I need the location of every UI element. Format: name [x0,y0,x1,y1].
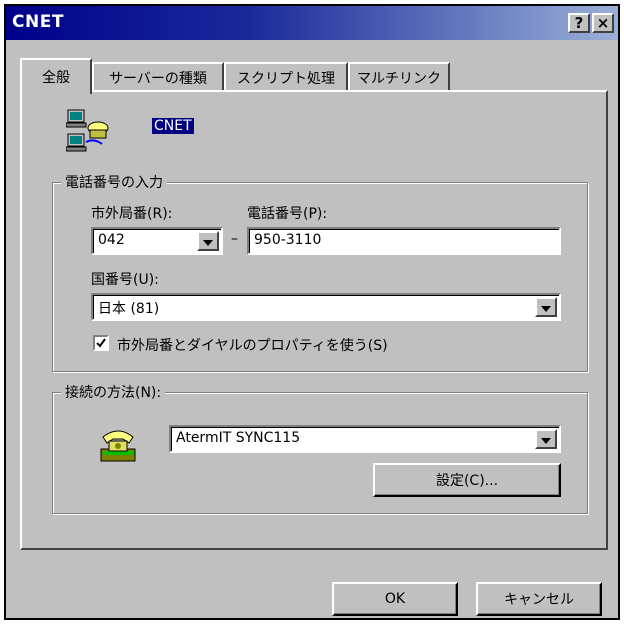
country-code-value: 日本 (81) [98,301,160,317]
tab-general[interactable]: 全般 [20,58,92,94]
cancel-button[interactable]: キャンセル [476,582,602,616]
configure-button[interactable]: 設定(C)... [373,463,561,497]
dialup-connection-icon [65,108,110,152]
tab-scripting[interactable]: スクリプト処理 [224,62,348,92]
connect-using-group: 接続の方法(N): AtermIT SYNC115 設定(C)... [52,382,588,514]
phone-number-field[interactable]: 950-3110 [247,227,561,255]
area-code-value: 042 [98,232,125,248]
connection-name: CNET [152,118,194,134]
area-code-combo[interactable]: 042 [91,227,223,255]
phone-number-label: 電話番号(P): [247,206,328,222]
checkmark-icon [96,338,106,348]
country-code-combo[interactable]: 日本 (81) [91,293,561,321]
title-bar[interactable]: CNET ? × [6,6,618,40]
country-code-label: 国番号(U): [91,272,159,288]
close-button[interactable]: × [592,13,614,33]
area-code-label: 市外局番(R): [91,206,173,222]
connect-group-legend: 接続の方法(N): [61,382,166,402]
ok-button[interactable]: OK [332,582,458,616]
tab-panel-general: CNET 電話番号の入力 市外局番(R): 電話番号(P): 042 – 950… [20,90,608,550]
tab-server-type[interactable]: サーバーの種類 [92,62,224,92]
chevron-down-icon[interactable] [197,231,219,251]
tab-strip: 全般 サーバーの種類 スクリプト処理 マルチリンク [20,58,610,94]
chevron-down-icon[interactable] [535,429,557,449]
properties-window: CNET ? × 全般 サーバーの種類 スクリプト処理 マルチリンク CNET [4,4,620,620]
chevron-down-icon[interactable] [535,297,557,317]
dash-separator: – [231,231,238,247]
telephone-icon [97,423,139,463]
use-dialing-properties-label[interactable]: 市外局番とダイヤルのプロパティを使う(S) [117,335,388,355]
window-title: CNET [12,12,64,32]
tab-multilink[interactable]: マルチリンク [348,62,450,92]
use-dialing-properties-checkbox[interactable] [93,335,109,351]
phone-number-value: 950-3110 [254,232,322,248]
device-value: AtermIT SYNC115 [176,430,301,446]
phone-group-legend: 電話番号の入力 [61,172,167,192]
help-button[interactable]: ? [568,13,590,33]
device-combo[interactable]: AtermIT SYNC115 [169,425,561,453]
phone-number-group: 電話番号の入力 市外局番(R): 電話番号(P): 042 – 950-3110… [52,172,588,372]
